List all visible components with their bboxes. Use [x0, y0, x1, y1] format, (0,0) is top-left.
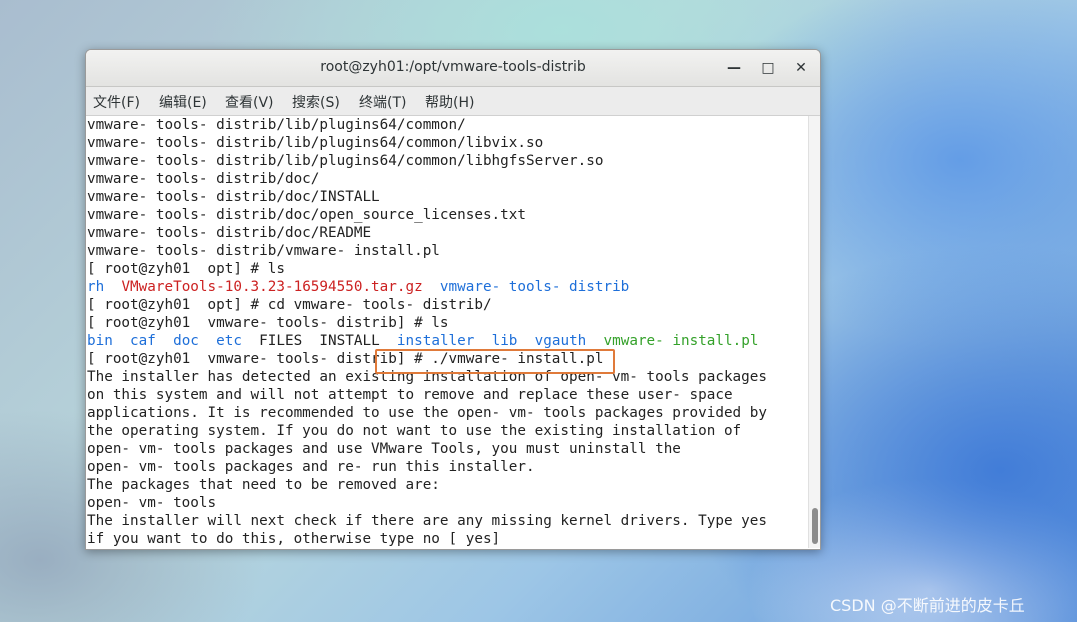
command-highlight-box	[375, 349, 615, 374]
terminal-line: The packages that need to be removed are…	[87, 477, 440, 493]
terminal-line-segment	[156, 333, 173, 349]
terminal-line-segment: vmware- tools- distrib	[439, 279, 630, 295]
terminal-line-segment	[104, 279, 121, 295]
terminal-line: open- vm- tools	[87, 495, 217, 511]
terminal-line-segment: vmware- install.pl	[603, 333, 759, 349]
terminal-line: vmware- tools- distrib/lib/plugins64/com…	[87, 117, 466, 133]
terminal-line: vmware- tools- distrib/doc/INSTALL	[87, 189, 380, 205]
terminal-line: [ root@zyh01 opt] # ls	[87, 261, 285, 277]
terminal-line: vmware- tools- distrib/doc/README	[87, 225, 372, 241]
terminal-line-segment: installer	[396, 333, 475, 349]
terminal-line: rh VMwareTools-10.3.23-16594550.tar.gz v…	[87, 278, 629, 296]
terminal-line: vmware- tools- distrib/vmware- install.p…	[87, 243, 440, 259]
terminal-line-segment: etc	[216, 333, 242, 349]
minimize-icon: —	[727, 60, 741, 76]
window-title: root@zyh01:/opt/vmware-tools-distrib	[320, 59, 586, 75]
menu-help[interactable]: 帮助(H)	[425, 92, 474, 112]
terminal-line: vmware- tools- distrib/lib/plugins64/com…	[87, 153, 604, 169]
terminal-line-segment	[423, 279, 440, 295]
menu-view[interactable]: 查看(V)	[225, 92, 274, 112]
terminal-line: bin caf doc etc FILES INSTALL installer …	[87, 332, 758, 350]
watermark: CSDN @不断前进的皮卡丘	[830, 596, 1025, 615]
terminal-window: root@zyh01:/opt/vmware-tools-distrib — □…	[85, 49, 821, 550]
maximize-icon: □	[761, 60, 775, 76]
maximize-button[interactable]: □	[757, 57, 779, 79]
terminal-line: [ root@zyh01 vmware- tools- distrib] # l…	[87, 315, 449, 331]
terminal-line-segment: VMwareTools-10.3.23-16594550.tar.gz	[121, 279, 423, 295]
terminal-output[interactable]: vmware- tools- distrib/lib/plugins64/com…	[86, 116, 808, 548]
terminal-line-segment	[199, 333, 216, 349]
terminal-line-segment: caf	[130, 333, 156, 349]
menu-search[interactable]: 搜索(S)	[292, 92, 340, 112]
terminal-scrollbar[interactable]	[808, 116, 820, 548]
menu-edit[interactable]: 编辑(E)	[159, 92, 207, 112]
menu-bar: 文件(F) 编辑(E) 查看(V) 搜索(S) 终端(T) 帮助(H)	[86, 87, 820, 116]
terminal-line: on this system and will not attempt to r…	[87, 387, 733, 403]
terminal-line-segment: doc	[173, 333, 199, 349]
terminal-line-segment: lib	[491, 333, 518, 349]
terminal-line: open- vm- tools packages and use VMware …	[87, 441, 681, 457]
close-button[interactable]: ✕	[790, 57, 812, 79]
terminal-line: vmware- tools- distrib/doc/	[87, 171, 320, 187]
terminal-line-segment	[586, 333, 603, 349]
menu-file[interactable]: 文件(F)	[93, 92, 140, 112]
terminal-line: vmware- tools- distrib/doc/open_source_l…	[87, 207, 526, 223]
terminal-line: vmware- tools- distrib/lib/plugins64/com…	[87, 135, 544, 151]
terminal-line: open- vm- tools packages and re- run thi…	[87, 459, 535, 475]
menu-terminal[interactable]: 终端(T)	[359, 92, 406, 112]
terminal-line-segment	[517, 333, 534, 349]
terminal-line-segment: bin	[87, 333, 113, 349]
terminal-line-segment: vgauth	[534, 333, 587, 349]
terminal-line: the operating system. If you do not want…	[87, 423, 742, 439]
terminal-line: [ root@zyh01 opt] # cd vmware- tools- di…	[87, 297, 492, 313]
terminal-line: if you want to do this, otherwise type n…	[87, 531, 501, 547]
minimize-button[interactable]: —	[723, 57, 745, 79]
terminal-line-segment: FILES INSTALL	[241, 333, 397, 349]
close-icon: ✕	[795, 60, 807, 76]
terminal-line-segment	[474, 333, 491, 349]
terminal-line: applications. It is recommended to use t…	[87, 405, 767, 421]
terminal-line-segment: rh	[87, 279, 105, 295]
title-bar[interactable]: root@zyh01:/opt/vmware-tools-distrib — □…	[86, 50, 820, 87]
scrollbar-thumb[interactable]	[812, 508, 818, 544]
terminal-line-segment	[113, 333, 130, 349]
terminal-line: The installer will next check if there a…	[87, 513, 767, 529]
